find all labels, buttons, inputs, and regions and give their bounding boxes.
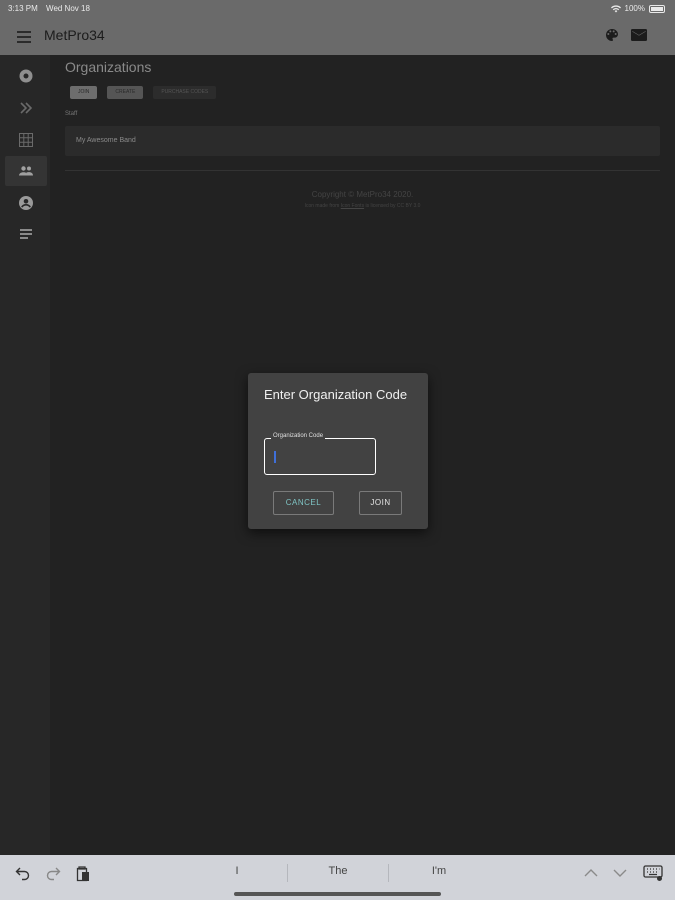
app-title: MetPro34 xyxy=(44,27,105,43)
keyboard-dismiss-icon[interactable] xyxy=(643,864,663,882)
organization-code-input[interactable]: Organization Code xyxy=(264,433,376,475)
circle-icon xyxy=(19,69,33,83)
section-label: Staff xyxy=(65,111,78,117)
cancel-button[interactable]: CANCEL xyxy=(273,491,334,515)
credits-text: Icon made from Icon Fonts is licensed by… xyxy=(65,203,660,209)
copyright-text: Copyright © MetPro34 2020. xyxy=(311,190,414,199)
dialog-title: Enter Organization Code xyxy=(264,387,408,402)
sidebar-item-notes[interactable] xyxy=(5,219,47,249)
wifi-icon xyxy=(610,4,621,12)
status-bar: 3:13 PM Wed Nov 18 100% xyxy=(0,0,675,18)
suggestion-2[interactable]: The xyxy=(318,865,358,877)
suggestion-separator xyxy=(388,864,389,882)
mail-icon[interactable] xyxy=(631,28,647,42)
status-time: 3:13 PM xyxy=(8,4,38,13)
create-button[interactable]: CREATE xyxy=(107,86,144,99)
group-icon xyxy=(19,166,33,176)
field-label: Organization Code xyxy=(271,433,326,439)
join-button[interactable]: JOIN xyxy=(70,86,98,99)
notes-icon xyxy=(20,229,32,239)
keyboard-shortcut-bar: I The I'm xyxy=(0,855,675,900)
credits-suffix: is licensed by CC BY 3.0 xyxy=(365,203,421,209)
org-action-buttons: JOIN CREATE PURCHASE CODES xyxy=(70,86,217,99)
page-title: Organizations xyxy=(65,59,152,75)
app-bar: MetPro34 xyxy=(0,18,675,55)
list-item[interactable]: My Awesome Band xyxy=(65,126,660,156)
paste-icon[interactable] xyxy=(74,864,92,882)
redo-icon[interactable] xyxy=(44,864,62,882)
dialog-join-button[interactable]: JOIN xyxy=(359,491,402,515)
menu-icon[interactable] xyxy=(14,27,34,47)
status-date: Wed Nov 18 xyxy=(46,4,90,13)
battery-icon xyxy=(649,4,665,13)
suggestion-separator xyxy=(287,864,288,882)
chevron-up-icon[interactable] xyxy=(582,864,600,882)
suggestion-1[interactable]: I xyxy=(217,865,257,877)
sidebar-item-grid[interactable] xyxy=(5,125,47,155)
battery-percent: 100% xyxy=(624,4,645,13)
account-icon xyxy=(19,196,33,210)
sidebar-item-organizations[interactable] xyxy=(5,156,47,186)
double-chevron-right-icon xyxy=(20,102,33,114)
grid-icon xyxy=(19,133,33,147)
divider xyxy=(65,170,660,171)
text-caret xyxy=(274,451,276,463)
sidebar-item-dashboard[interactable] xyxy=(5,61,47,91)
sidebar-item-next[interactable] xyxy=(5,93,47,123)
chevron-down-icon[interactable] xyxy=(611,864,629,882)
undo-icon[interactable] xyxy=(14,864,32,882)
sidebar-item-profile[interactable] xyxy=(5,188,47,218)
credits-prefix: Icon made from xyxy=(304,203,340,209)
home-indicator xyxy=(234,892,441,896)
purchase-codes-button[interactable]: PURCHASE CODES xyxy=(153,86,217,99)
sidebar xyxy=(0,55,50,855)
palette-icon[interactable] xyxy=(604,27,620,43)
credits-link[interactable]: Icon Fonts xyxy=(341,203,364,209)
suggestion-3[interactable]: I'm xyxy=(419,865,459,877)
org-code-dialog: Enter Organization Code Organization Cod… xyxy=(248,373,428,529)
